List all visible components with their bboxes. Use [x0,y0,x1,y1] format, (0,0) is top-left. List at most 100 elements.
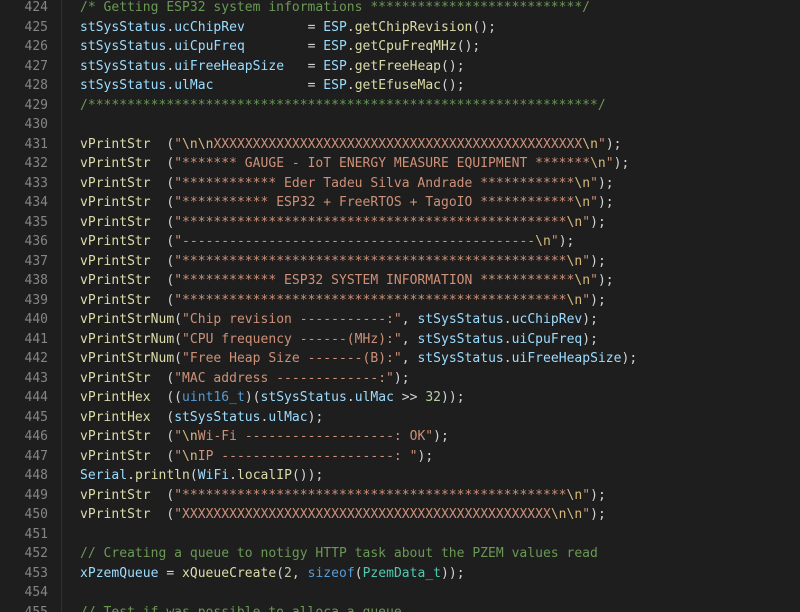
code-line[interactable]: vPrintHex (stSysStatus.ulMac); [80,408,323,428]
code-token: ); [582,312,598,327]
code-token: ); [590,487,606,503]
code-token: localIP [237,468,292,483]
code-line[interactable]: stSysStatus.ucChipRev = ESP.getChipRevis… [80,18,496,38]
code-token: vPrintStr [80,273,151,288]
line-number: 433 [24,175,48,191]
code-token: )); [441,565,465,581]
code-line[interactable]: // Creating a queue to notigy HTTP task … [80,544,598,564]
code-line[interactable]: vPrintStr ("MAC address -------------:")… [80,369,410,389]
code-token: vPrintStr [80,253,151,269]
code-line[interactable]: vPrintStr ("************ ESP32 SYSTEM IN… [80,271,614,291]
code-token: getChipRevision [354,19,473,35]
code-line[interactable]: vPrintStr ("*********** ESP32 + FreeRTOS… [80,193,614,213]
code-line[interactable]: vPrintStrNum("CPU frequency ------(MHz):… [80,330,598,350]
line-number: 428 [24,78,48,93]
code-token: sizeof [307,565,355,581]
code-token: >> [393,390,426,405]
code-token: , [401,331,418,347]
code-token: " [582,507,591,522]
code-token: = [307,19,324,35]
code-line[interactable]: vPrintStr ("\nIP ----------------------:… [80,447,433,467]
code-token: ( [166,175,175,191]
code-token: \n [182,448,198,464]
code-token: (); [456,39,481,54]
code-token: . [503,312,512,327]
code-line[interactable]: xPzemQueue = xQueueCreate(2, sizeof(Pzem… [80,564,465,584]
code-line[interactable]: vPrintStrNum("Chip revision -----------:… [80,310,598,330]
code-token: vPrintHex [80,390,151,405]
code-line[interactable]: vPrintStr ("\nWi-Fi -------------------:… [80,427,449,447]
line-number: 441 [24,331,48,347]
code-token: IP ----------------------: " [197,448,418,464]
code-token: ( [166,409,175,425]
code-token: ( [166,429,175,444]
code-token: "*********** ESP32 + FreeRTOS + TagoIO *… [174,195,575,210]
code-token: ); [433,429,449,444]
line-number: 452 [24,546,48,561]
code-content-area[interactable]: /* Getting ESP32 system informations ***… [80,0,800,612]
code-token: "******* GAUGE - IoT ENERGY MEASURE EQUI… [174,156,591,171]
code-token: vPrintStr [80,175,151,191]
code-token: . [127,468,135,483]
code-token: vPrintStr [80,156,151,171]
code-token: vPrintStr [80,429,151,444]
code-line[interactable]: vPrintStr ("****************************… [80,291,606,311]
code-line[interactable]: // Test if was possible to alloca a queu… [80,603,402,612]
code-token: ); [590,253,606,269]
code-line[interactable]: /***************************************… [80,96,606,116]
code-line[interactable]: vPrintStr ("****************************… [80,252,606,272]
code-line[interactable]: vPrintStr ("******* GAUGE - IoT ENERGY M… [80,154,629,174]
code-editor[interactable]: 424 425 426 427 428 429 430 431 432 433 434 435 436 4… [0,0,800,612]
code-token: " [582,214,591,230]
code-token: . [346,390,355,405]
code-line[interactable]: vPrintStr ("\n\nXXXXXXXXXXXXXXXXXXXXXXXX… [80,135,622,155]
code-token: /***************************************… [80,97,606,113]
code-line[interactable]: vPrintStr ("****************************… [80,486,606,506]
code-token: = [307,58,324,74]
code-token: stSysStatus [80,78,167,93]
code-line[interactable]: vPrintStr ("XXXXXXXXXXXXXXXXXXXXXXXXXXXX… [80,505,606,525]
code-token: \n [550,507,567,522]
code-token: . [166,58,175,74]
code-token: "XXXXXXXXXXXXXXXXXXXXXXXXXXXXXXXXXXXXXXX… [174,507,551,522]
code-token: ( [166,448,175,464]
code-token: "MAC address -------------:" [174,370,394,386]
code-token: \n [535,234,551,249]
code-token: uint16_t [182,390,245,405]
code-line[interactable]: Serial.println(WiFi.localIP()); [80,466,323,486]
line-number: 427 [24,58,48,74]
code-line[interactable]: vPrintStrNum("Free Heap Size -------(B):… [80,349,637,369]
line-number: 447 [24,448,48,464]
code-line[interactable]: vPrintStr ("****************************… [80,213,606,233]
code-line[interactable]: stSysStatus.ulMac = ESP.getEfuseMac(); [80,76,465,96]
code-token: vPrintStr [80,448,151,464]
code-token: ( [166,487,175,503]
code-line[interactable]: vPrintStr ("----------------------------… [80,232,574,252]
code-line[interactable]: stSysStatus.uiCpuFreq = ESP.getCpuFreqMH… [80,37,480,57]
code-token: "***************************************… [174,292,567,308]
code-line[interactable]: vPrintStr ("************ Eder Tadeu Silv… [80,174,614,194]
code-token: " [582,487,591,503]
code-line[interactable]: vPrintHex ((uint16_t)(stSysStatus.ulMac … [80,388,465,408]
code-token: xQueueCreate [182,565,277,581]
line-number: 444 [24,390,48,405]
code-token: uiCpuFreq [511,331,583,347]
code-token: xPzemQueue [80,565,159,581]
code-token: ucChipRev [174,19,245,35]
code-token: stSysStatus [260,390,347,405]
code-line[interactable]: /* Getting ESP32 system informations ***… [80,0,590,18]
code-line[interactable]: stSysStatus.uiFreeHeapSize = ESP.getFree… [80,57,465,77]
line-number: 451 [24,526,48,542]
code-token: ); [597,195,614,210]
